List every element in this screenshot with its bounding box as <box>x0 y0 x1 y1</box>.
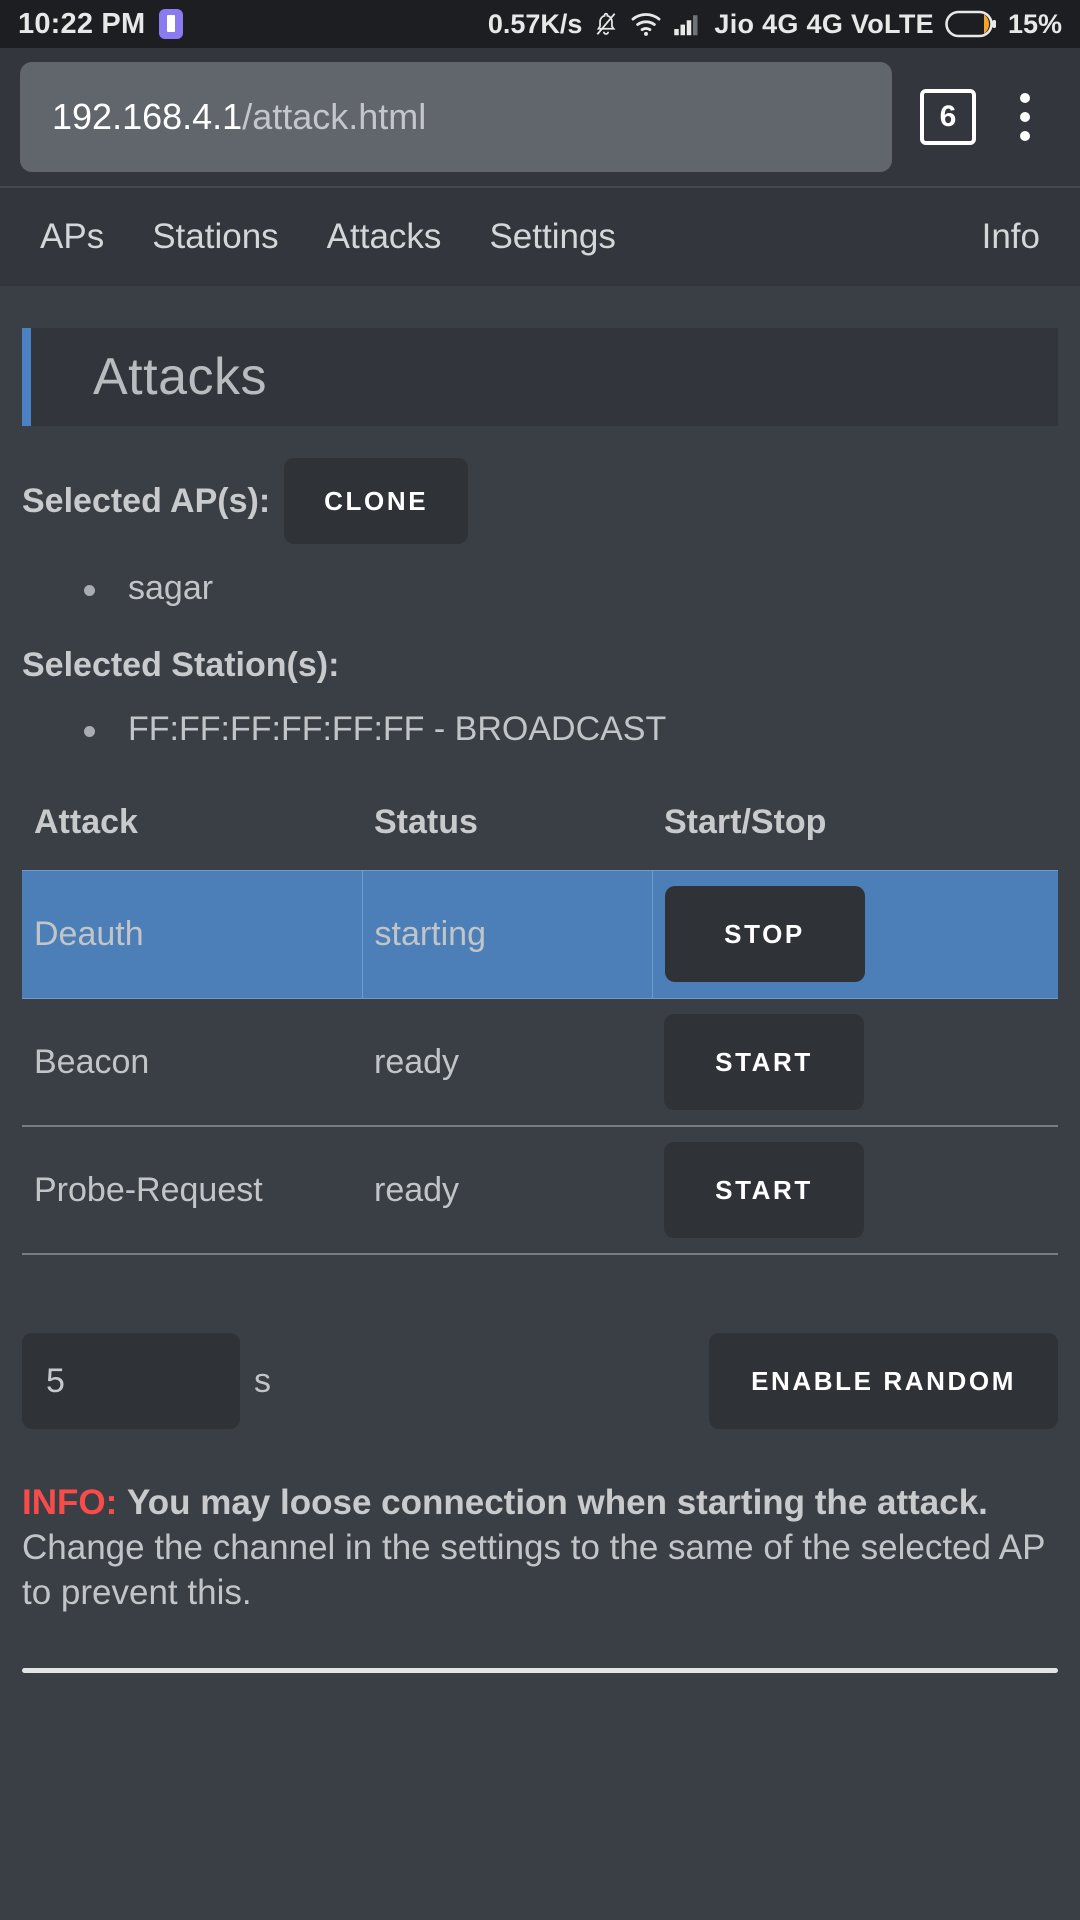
list-item: FF:FF:FF:FF:FF:FF - BROADCAST <box>84 707 1058 753</box>
selected-stations-list: FF:FF:FF:FF:FF:FF - BROADCAST <box>84 707 1058 753</box>
info-bold-text: You may loose connection when starting t… <box>127 1483 988 1523</box>
kebab-dot <box>1020 112 1030 122</box>
attack-name-cell: Probe-Request <box>22 1126 362 1256</box>
bell-muted-icon <box>593 9 619 39</box>
carrier-text: Jio 4G 4G VoLTE <box>714 8 934 39</box>
url-host: 192.168.4.1 <box>52 96 243 137</box>
network-speed-text: 0.57K/s <box>487 8 583 39</box>
browser-toolbar: 192.168.4.1/attack.html 6 <box>0 48 1080 186</box>
control-wrap: START <box>652 1142 1058 1239</box>
page-navigation: APs Stations Attacks Settings Info <box>0 186 1080 286</box>
attack-control-cell: START <box>652 998 1058 1128</box>
selected-stations-label: Selected Station(s): <box>22 645 340 684</box>
control-wrap: STOP <box>653 886 1059 983</box>
attack-status-cell: ready <box>362 998 652 1128</box>
attack-name-cell: Deauth <box>22 869 362 999</box>
battery-percent-text: 15% <box>1007 8 1062 39</box>
tab-count-button[interactable]: 6 <box>920 89 976 145</box>
selected-stations-row: Selected Station(s): <box>22 646 1058 685</box>
header-attack: Attack <box>34 802 138 841</box>
enable-random-button[interactable]: ENABLE RANDOM <box>709 1333 1058 1430</box>
kebab-dot <box>1020 93 1030 103</box>
attack-control-cell: START <box>652 1126 1058 1256</box>
header-status: Status <box>374 802 478 841</box>
attack-table-head: Attack Status Start/Stop <box>22 803 1058 871</box>
page-title: Attacks <box>93 348 267 406</box>
battery-icon <box>945 10 997 38</box>
bottom-divider <box>22 1667 1058 1673</box>
attack-table-body: Deauth starting STOP Beacon ready START <box>22 869 1059 1256</box>
selected-aps-list: sagar <box>84 566 1058 612</box>
nav-item-settings[interactable]: Settings <box>489 217 615 257</box>
nav-item-aps[interactable]: APs <box>40 217 104 257</box>
table-row[interactable]: Probe-Request ready START <box>22 1126 1058 1256</box>
attack-status-cell: ready <box>362 1126 652 1256</box>
page-title-card: Attacks <box>22 328 1058 426</box>
random-interval-input[interactable] <box>22 1333 240 1430</box>
nav-item-info[interactable]: Info <box>982 217 1040 257</box>
table-row[interactable]: Deauth starting STOP <box>22 869 1059 999</box>
list-item: sagar <box>84 566 1058 612</box>
info-rest-text: Change the channel in the settings to th… <box>22 1528 1045 1612</box>
info-message: INFO: You may loose connection when star… <box>22 1481 1058 1615</box>
info-tag: INFO: <box>22 1483 118 1523</box>
nav-item-stations[interactable]: Stations <box>152 217 278 257</box>
status-bar-right: 0.57K/s Jio 4G 4G VoLTE 15% <box>488 9 1062 40</box>
selected-aps-row: Selected AP(s): CLONE <box>22 458 1058 544</box>
random-interval-row: s ENABLE RANDOM <box>22 1333 1058 1430</box>
header-control: Start/Stop <box>664 802 827 841</box>
table-row[interactable]: Beacon ready START <box>22 998 1058 1128</box>
attack-name-cell: Beacon <box>22 998 362 1128</box>
status-bar-left: 10:22 PM <box>18 7 184 41</box>
wifi-icon <box>630 11 662 37</box>
control-wrap: START <box>652 1014 1058 1111</box>
nav-item-attacks[interactable]: Attacks <box>327 217 442 257</box>
page-content: Attacks Selected AP(s): CLONE sagar Sele… <box>0 328 1080 1673</box>
url-path: /attack.html <box>242 96 427 137</box>
start-button[interactable]: START <box>664 1014 864 1111</box>
app-badge-icon <box>159 9 184 39</box>
stop-button[interactable]: STOP <box>664 886 865 983</box>
signal-bars-icon <box>673 11 703 37</box>
status-clock: 10:22 PM <box>18 7 146 40</box>
interval-unit-label: s <box>254 1361 271 1400</box>
android-status-bar: 10:22 PM 0.57K/s Jio 4G 4G VoLTE 15% <box>0 0 1080 48</box>
clone-button[interactable]: CLONE <box>284 458 469 544</box>
kebab-menu-icon[interactable] <box>990 77 1060 157</box>
kebab-dot <box>1020 131 1030 141</box>
table-header-row: Attack Status Start/Stop <box>22 803 1058 871</box>
start-button[interactable]: START <box>664 1142 864 1239</box>
attack-status-cell: starting <box>361 869 652 999</box>
attack-table: Attack Status Start/Stop Deauth starting… <box>22 803 1058 1256</box>
url-bar[interactable]: 192.168.4.1/attack.html <box>20 62 892 172</box>
selected-aps-label: Selected AP(s): <box>22 481 271 520</box>
attack-control-cell: STOP <box>651 869 1059 999</box>
